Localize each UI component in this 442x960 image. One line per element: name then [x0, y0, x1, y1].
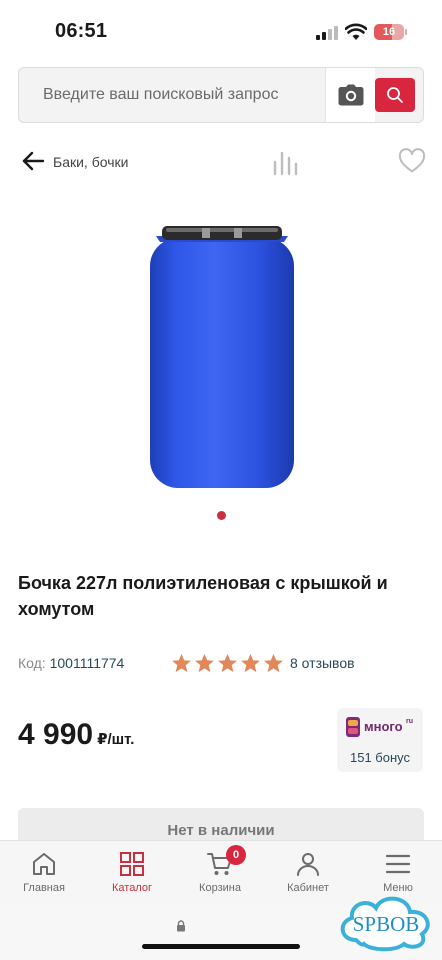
battery-level: 16 [382, 26, 396, 38]
status-time: 06:51 [55, 20, 108, 42]
svg-text:SPBOB: SPBOB [353, 912, 420, 936]
home-icon [33, 853, 55, 875]
search-bar [18, 67, 424, 123]
bonus-card[interactable]: много ru 151 бонус [337, 708, 423, 772]
wifi-icon [345, 23, 367, 40]
product-title: Бочка 227л полиэтиленовая с крышкой и хо… [18, 573, 388, 619]
home-indicator[interactable] [142, 944, 300, 949]
menu-icon [385, 854, 411, 874]
search-input[interactable] [19, 68, 325, 122]
product-meta: Код: 1001111774 8 отзывов [18, 653, 428, 677]
tab-catalog[interactable]: Каталог [88, 841, 176, 907]
price: 4 990 ₽/шт. [18, 718, 134, 758]
compare-icon[interactable] [272, 150, 300, 176]
tab-catalog-label: Каталог [112, 882, 152, 894]
reviews-link[interactable]: 8 отзывов [290, 655, 355, 671]
search-icon [387, 87, 403, 103]
catalog-icon [120, 852, 144, 876]
arrow-left-icon[interactable] [20, 148, 46, 174]
price-unit: ₽/шт. [97, 731, 135, 748]
mnogo-logo-icon [346, 717, 360, 737]
product-code: 1001111774 [49, 655, 125, 671]
carousel-indicator [0, 511, 442, 521]
bonus-amount: 151 бонус [349, 750, 410, 765]
star-icon [172, 654, 191, 673]
product-nav: Баки, бочки [0, 140, 442, 184]
user-icon [297, 853, 319, 876]
battery-icon: 16 [374, 24, 404, 40]
camera-icon [338, 84, 363, 106]
mnogo-logo: много ru [345, 716, 417, 738]
rating-stars [171, 653, 284, 674]
star-icon [195, 654, 214, 673]
status-bar: 06:51 16 [0, 0, 442, 62]
mnogo-brand: много [364, 719, 403, 734]
breadcrumb[interactable]: Баки, бочки [53, 154, 128, 170]
signal-icon [316, 26, 340, 40]
tab-home-label: Главная [23, 882, 65, 894]
price-value: 4 990 [18, 718, 94, 751]
cart-badge: 0 [226, 845, 246, 865]
star-icon [218, 654, 237, 673]
carousel-dot-active[interactable] [216, 511, 226, 520]
mnogo-brand-suffix: ru [406, 718, 413, 725]
lock-icon [177, 920, 185, 932]
star-icon [264, 654, 283, 673]
search-button[interactable] [375, 78, 415, 112]
star-icon [241, 654, 260, 673]
heart-icon[interactable] [398, 148, 426, 174]
product-image[interactable] [142, 222, 302, 492]
camera-search-button[interactable] [325, 68, 375, 122]
code-label: Код: [18, 655, 46, 671]
watermark-logo: SPBOB [340, 896, 430, 952]
tab-home[interactable]: Главная [0, 841, 88, 907]
tab-cart-label: Корзина [199, 882, 241, 894]
tab-cart[interactable]: 0 Корзина [176, 841, 264, 907]
